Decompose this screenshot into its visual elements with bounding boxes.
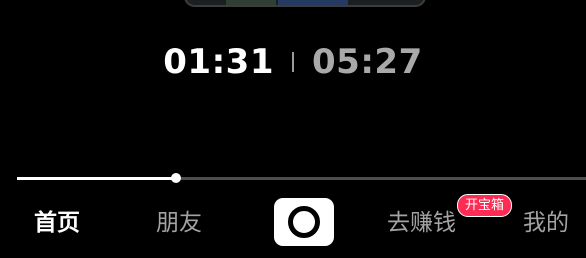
preview-image-fragment xyxy=(278,0,348,5)
tab-me[interactable]: 我的 xyxy=(523,208,569,238)
progress-handle[interactable] xyxy=(171,173,181,183)
create-button[interactable] xyxy=(274,198,334,246)
create-icon xyxy=(288,206,320,238)
preview-thumbnail xyxy=(184,0,426,7)
tab-home[interactable]: 首页 xyxy=(34,208,80,238)
time-separator xyxy=(292,52,294,72)
progress-fill xyxy=(17,177,176,180)
bottom-tab-bar: 首页 朋友 去赚钱 开宝箱 我的 xyxy=(0,190,586,258)
progress-bar[interactable] xyxy=(17,173,586,185)
total-time: 05:27 xyxy=(312,42,423,82)
treasure-box-badge[interactable]: 开宝箱 xyxy=(457,194,513,217)
preview-image-fragment xyxy=(226,0,276,5)
current-time: 01:31 xyxy=(163,42,274,82)
playback-time-display: 01:31 05:27 xyxy=(0,42,586,82)
tab-earn[interactable]: 去赚钱 xyxy=(387,208,456,238)
tab-friends[interactable]: 朋友 xyxy=(156,208,202,238)
